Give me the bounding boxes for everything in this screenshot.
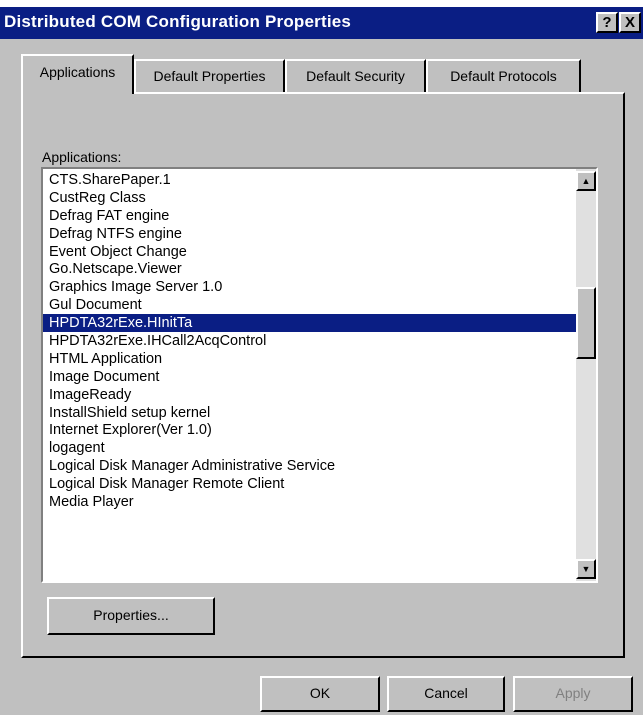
list-item[interactable]: logagent [43, 439, 576, 457]
scroll-thumb[interactable] [576, 287, 596, 359]
list-item[interactable]: HPDTA32rExe.IHCall2AcqControl [43, 332, 576, 350]
arrow-up-icon: ▲ [581, 176, 591, 186]
ok-button[interactable]: OK [260, 676, 380, 712]
tab-label: Default Security [306, 68, 405, 84]
close-button[interactable]: X [619, 12, 641, 33]
cancel-button[interactable]: Cancel [387, 676, 505, 712]
list-item-selected[interactable]: HPDTA32rExe.HInitTa [43, 314, 576, 333]
list-item[interactable]: Gul Document [43, 296, 576, 314]
tab-label: Applications [39, 64, 116, 80]
list-item[interactable]: Logical Disk Manager Remote Client [43, 475, 576, 493]
list-item[interactable]: Event Object Change [43, 243, 576, 261]
applications-list[interactable]: CTS.SharePaper.1 CustReg Class Defrag FA… [41, 167, 598, 583]
list-item[interactable]: CTS.SharePaper.1 [43, 171, 576, 189]
list-item[interactable]: Media Player [43, 493, 576, 511]
help-icon: ? [602, 14, 612, 31]
list-item[interactable]: HTML Application [43, 350, 576, 368]
tab-label: Default Protocols [450, 68, 557, 84]
tab-default-properties[interactable]: Default Properties [134, 59, 285, 93]
help-button[interactable]: ? [596, 12, 618, 33]
list-item[interactable]: CustReg Class [43, 189, 576, 207]
list-item[interactable]: Defrag FAT engine [43, 207, 576, 225]
list-item[interactable]: Image Document [43, 368, 576, 386]
tab-applications[interactable]: Applications [21, 54, 134, 94]
list-item[interactable]: Defrag NTFS engine [43, 225, 576, 243]
tab-default-protocols[interactable]: Default Protocols [426, 59, 581, 93]
scroll-up-button[interactable]: ▲ [576, 171, 596, 191]
list-item[interactable]: Graphics Image Server 1.0 [43, 278, 576, 296]
applications-list-items: CTS.SharePaper.1 CustReg Class Defrag FA… [43, 171, 576, 511]
list-item[interactable]: InstallShield setup kernel [43, 404, 576, 422]
tab-default-security[interactable]: Default Security [285, 59, 426, 93]
properties-button[interactable]: Properties... [47, 597, 215, 635]
scroll-down-button[interactable]: ▼ [576, 559, 596, 579]
title-bar[interactable]: Distributed COM Configuration Properties… [0, 7, 643, 39]
vertical-scrollbar[interactable]: ▲ ▼ [576, 169, 596, 581]
close-icon: X [624, 14, 635, 31]
arrow-down-icon: ▼ [581, 564, 591, 574]
applications-label: Applications: [42, 149, 122, 165]
tab-label: Default Properties [153, 68, 266, 84]
list-item[interactable]: Logical Disk Manager Administrative Serv… [43, 457, 576, 475]
list-item[interactable]: ImageReady [43, 386, 576, 404]
list-item[interactable]: Go.Netscape.Viewer [43, 260, 576, 278]
dcom-properties-dialog: Distributed COM Configuration Properties… [0, 7, 643, 715]
window-title: Distributed COM Configuration Properties [4, 12, 352, 31]
apply-button: Apply [513, 676, 633, 712]
list-item[interactable]: Internet Explorer(Ver 1.0) [43, 421, 576, 439]
